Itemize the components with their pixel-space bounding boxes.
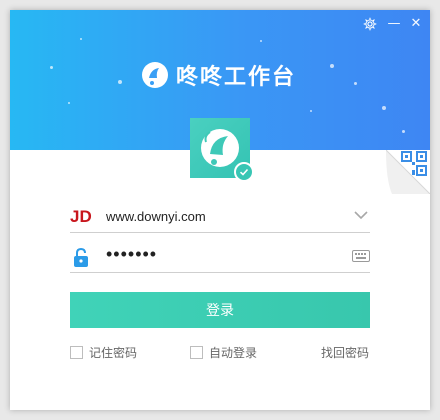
settings-button[interactable] xyxy=(362,16,378,32)
password-input[interactable] xyxy=(106,244,336,264)
keyboard-icon[interactable] xyxy=(352,250,370,262)
sparkle-dot xyxy=(118,80,122,84)
password-row xyxy=(70,242,370,273)
minimize-button[interactable]: — xyxy=(386,16,402,32)
sparkle-dot xyxy=(330,64,334,68)
sparkle-dot xyxy=(354,82,357,85)
dongdong-logo-icon xyxy=(142,62,168,88)
checkbox-box[interactable] xyxy=(70,345,83,359)
remember-password-checkbox[interactable]: 记住密码 xyxy=(70,344,137,360)
checkbox-box[interactable] xyxy=(190,345,203,359)
auto-login-checkbox[interactable]: 自动登录 xyxy=(190,344,257,360)
sparkle-dot xyxy=(80,38,82,40)
forgot-password-label[interactable]: 找回密码 xyxy=(321,344,369,361)
sparkle-dot xyxy=(50,66,53,69)
jd-logo-icon: JD xyxy=(70,207,92,226)
login-button[interactable]: 登录 xyxy=(70,292,370,328)
account-input[interactable] xyxy=(106,206,336,226)
qr-code-icon xyxy=(385,149,430,195)
brand: 咚咚工作台 xyxy=(140,58,296,92)
login-window: — ✕ 咚咚工作台 JD www.downyi.com ••••••• 登录 记… xyxy=(10,10,430,410)
forgot-password-link[interactable]: 找回密码 xyxy=(321,344,369,360)
auto-login-label: 自动登录 xyxy=(209,345,258,360)
gear-icon xyxy=(363,17,377,31)
unlock-icon xyxy=(74,247,88,267)
account-row: JD xyxy=(70,202,370,233)
close-button[interactable]: ✕ xyxy=(408,16,424,32)
sparkle-dot xyxy=(260,40,262,42)
user-avatar[interactable] xyxy=(190,118,254,182)
app-title: 咚咚工作台 xyxy=(176,65,297,90)
sparkle-dot xyxy=(310,110,312,112)
sparkle-dot xyxy=(68,102,70,104)
qr-login-toggle[interactable] xyxy=(385,149,430,195)
chevron-down-icon[interactable] xyxy=(354,210,368,220)
verified-check-icon xyxy=(234,162,254,182)
remember-password-label: 记住密码 xyxy=(89,345,138,360)
sparkle-dot xyxy=(382,106,386,110)
sparkle-dot xyxy=(402,130,405,133)
